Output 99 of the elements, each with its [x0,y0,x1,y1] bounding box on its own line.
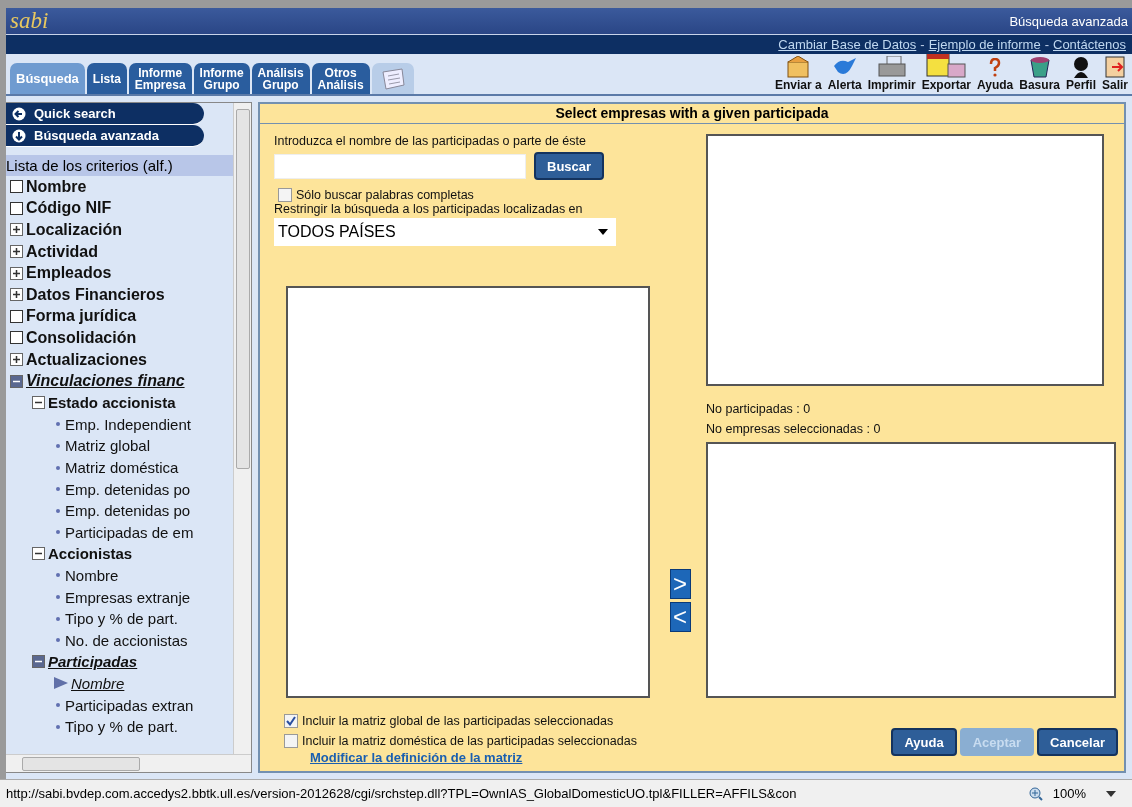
nav-button[interactable]: Búsqueda avanzada [6,125,204,147]
table-icon [926,54,967,78]
collapse-icon[interactable] [32,655,45,669]
restrict-label: Restringir la búsqueda a los participadas localizadas en [274,202,584,216]
search-button[interactable]: Buscar [534,152,605,180]
tree-item[interactable]: Matriz doméstica [65,459,179,476]
toolbar-button[interactable]: Ayuda [977,58,1014,92]
checkbox[interactable] [10,201,23,215]
link-separator: - [1044,37,1049,52]
question-icon [988,58,1003,78]
nav-button[interactable]: Quick search [6,103,204,125]
tree-item[interactable]: Estado accionista [48,394,176,412]
count-label: No empresas seleccionadas : 0 [706,422,882,436]
tree-item[interactable]: Tipo y % de part. [65,718,178,736]
tree-item[interactable]: Emp. detenidas po [65,502,191,520]
tree-item[interactable]: Nombre [26,177,87,196]
tree-item[interactable]: Localización [26,221,123,239]
results-list[interactable] [286,286,650,698]
collapse-icon[interactable] [10,374,23,388]
tree-item[interactable]: Participadas extran [65,696,194,714]
tree-item[interactable]: Nombre [65,567,119,584]
dialog-button[interactable]: Cancelar [1037,728,1118,756]
tree-item[interactable]: Actualizaciones [26,350,147,369]
modify-link[interactable]: Modificar la definición de la matriz [310,750,637,765]
zoom-level[interactable]: 100% [1052,786,1086,801]
tab[interactable]: Análisis Grupo [251,63,310,94]
checkbox-label: Incluir la matriz doméstica de las participadas seleccionadas [302,734,637,748]
collapse-icon[interactable] [32,396,45,410]
move-button[interactable]: < [669,602,691,632]
tree-item[interactable]: Empleados [26,264,112,283]
page-title: Búsqueda avanzada [1009,13,1128,29]
tree-item[interactable]: No. de accionistas [65,631,188,649]
collapse-icon[interactable] [32,547,45,561]
vertical-scrollbar[interactable] [233,103,251,754]
tree-item[interactable]: Emp. Independient [65,415,191,433]
toolbar-button[interactable]: Imprimir [867,56,916,92]
header-link[interactable]: Cambiar Base de Datos [778,37,917,52]
arrow-left-icon [12,106,26,121]
toolbar-button[interactable]: Basura [1019,56,1060,92]
tree-item[interactable]: Participadas de em [65,523,194,541]
checkbox[interactable] [10,309,23,323]
tree-item[interactable]: Emp. detenidas po [65,480,191,498]
bin-icon [1027,56,1052,78]
tree-item[interactable]: Consolidación [26,328,137,347]
horizontal-scrollbar[interactable] [6,754,251,772]
expand-icon[interactable] [10,266,23,280]
checkbox-label: Incluir la matriz global de las participadas seleccionadas [302,714,614,728]
tab[interactable]: Otros Análisis [311,63,370,94]
count-label: No participadas : 0 [706,402,812,416]
selected-list[interactable] [706,442,1116,698]
tree-item[interactable]: Datos Financieros [26,285,165,304]
tree-item[interactable]: Vinculaciones financ [26,372,185,391]
move-button[interactable]: > [669,569,691,599]
zoom-icon [1028,786,1043,801]
tab[interactable]: Informe Grupo [193,63,250,94]
toolbar-button[interactable]: Enviar a [774,56,822,92]
checkbox[interactable] [284,734,298,748]
checkbox[interactable] [10,331,23,345]
toolbar-button[interactable]: Alerta [827,56,862,92]
checkbox[interactable] [10,180,23,194]
header-link[interactable]: Ejemplo de informe [928,37,1041,52]
tree-item[interactable]: Forma jurídica [26,307,137,326]
tree-item[interactable]: Código NIF [26,199,112,218]
tree-item[interactable]: Actividad [26,242,98,261]
expand-icon[interactable] [10,223,23,237]
panel-title: Select empresas with a given participada [260,104,1124,124]
expand-icon[interactable] [10,353,23,367]
envelope-icon [785,56,812,78]
header-link[interactable]: Contáctenos [1053,37,1126,52]
expand-icon[interactable] [10,288,23,302]
tree-item[interactable]: Participadas [48,653,138,671]
dropdown-caret-icon [598,229,608,235]
checkbox[interactable] [284,714,298,728]
expand-icon[interactable] [10,245,23,259]
tree-item[interactable]: Accionistas [48,545,133,563]
dropdown-caret-icon[interactable] [1106,790,1116,797]
toolbar-button[interactable]: Salir [1102,56,1128,92]
printer-icon [876,56,907,78]
dialog-button[interactable]: Ayuda [891,728,957,756]
toolbar-button[interactable]: Exportar [921,54,972,92]
exit-icon [1104,56,1126,78]
tree-item[interactable]: Matriz global [65,437,151,455]
link-separator: - [920,37,925,52]
checkbox[interactable] [278,188,292,202]
search-label: Introduzca el nombre de las participadas o parte de éste [274,134,587,148]
checkbox-label: Sólo buscar palabras completas [296,188,474,202]
tab[interactable]: Lista [86,63,127,94]
logo: sabi [10,8,49,34]
preview-list[interactable] [706,134,1104,386]
arrow-down-icon [12,128,26,143]
country-select[interactable]: TODOS PAÍSES [274,218,616,246]
tree-item[interactable]: Tipo y % de part. [65,610,178,628]
toolbar-button[interactable]: Perfil [1065,56,1096,92]
tab[interactable]: Informe Empresa [128,63,192,94]
list-title: Lista de los criterios (alf.) [6,155,233,176]
status-url: http://sabi.bvdep.com.accedys2.bbtk.ull.es/version-2012628/cgi/srchstep.dll?TPL=OwnIAS_GlobalDomesticUO.tpl&FILLER=AFFILS&con [6,786,798,801]
tree-item[interactable]: Empresas extranje [65,588,191,606]
tree-item[interactable]: Nombre [71,674,125,692]
search-field[interactable] [274,153,526,179]
